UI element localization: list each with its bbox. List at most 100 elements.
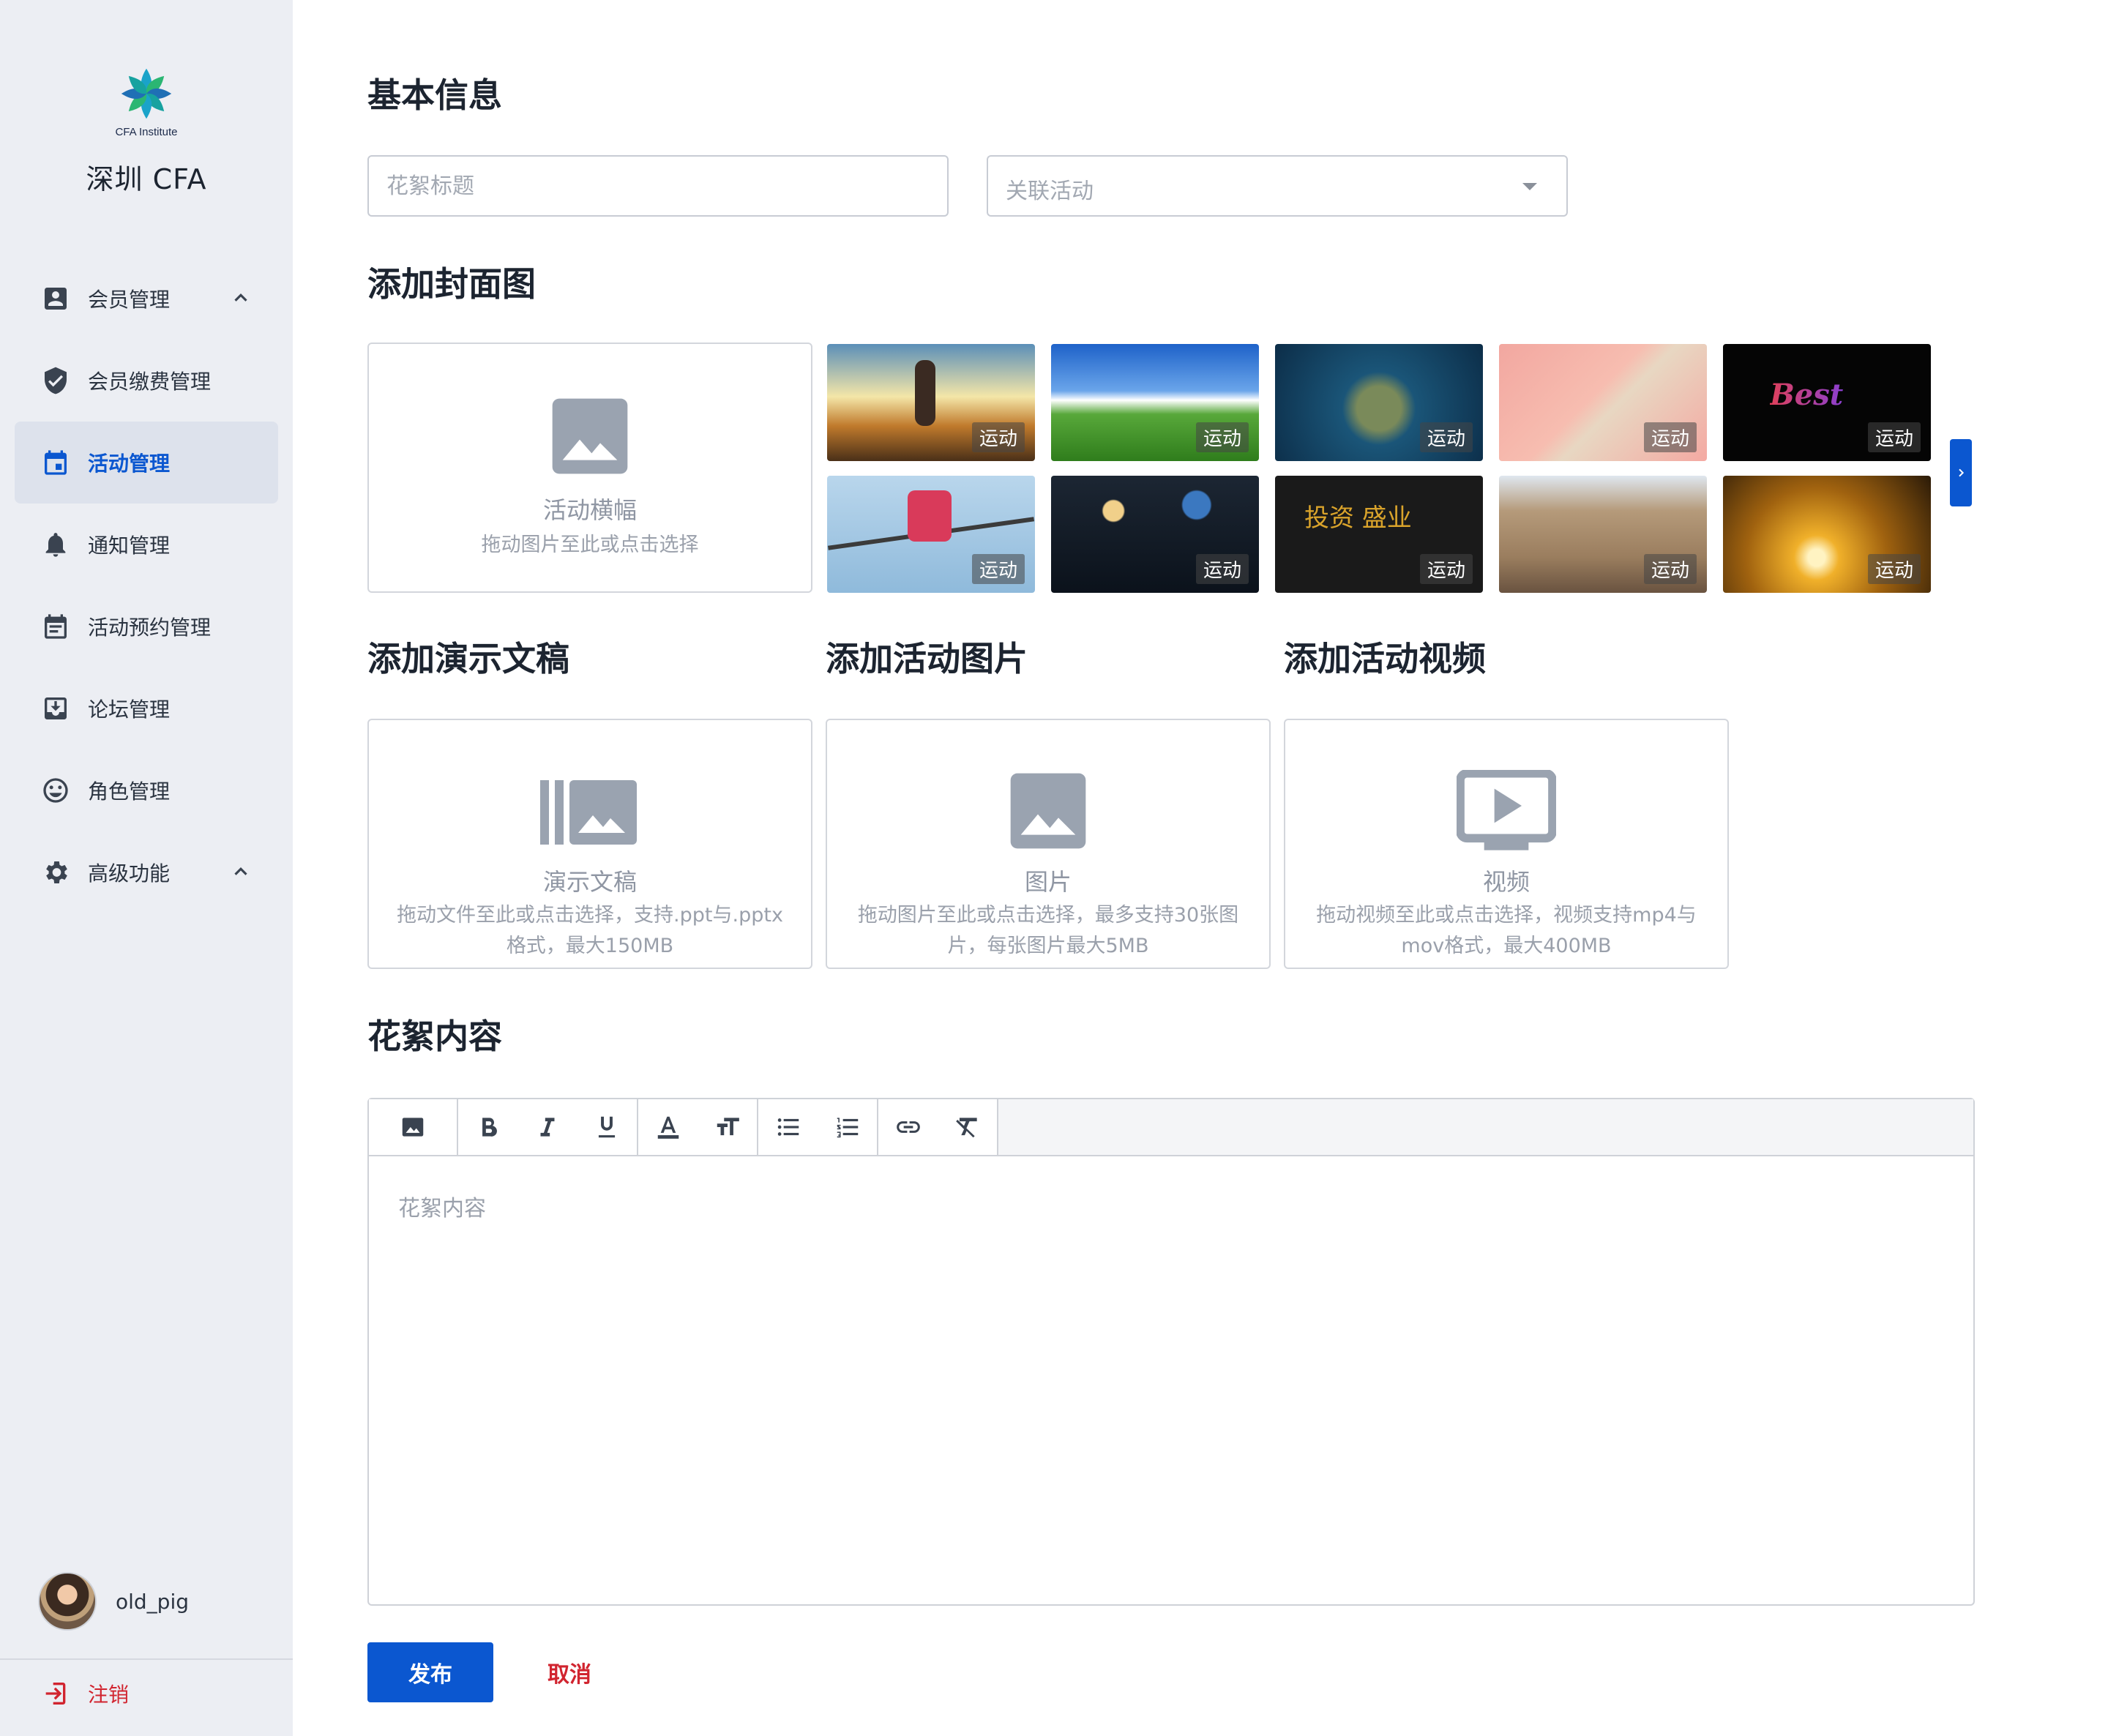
nav-role-management[interactable]: 角色管理 (15, 749, 278, 831)
cover-thumb-turtle[interactable]: 运动 (1275, 344, 1483, 461)
nav-label: 会员管理 (88, 288, 171, 312)
slides-upload-hint: 拖动文件至此或点击选择，支持.ppt与.pptx (397, 904, 783, 927)
bullet-list-icon (777, 1118, 799, 1136)
numbered-list-icon (837, 1118, 858, 1138)
underline-icon (599, 1116, 616, 1138)
bell-icon (41, 530, 70, 559)
image-icon (1010, 773, 1086, 849)
thumb-tag: 运动 (971, 554, 1025, 584)
cover-thumb-wall[interactable]: 运动 (1499, 476, 1707, 593)
account-box-icon (41, 284, 70, 313)
logo-text: CFA Institute (115, 126, 178, 138)
image-icon (402, 1118, 424, 1137)
inbox-download-icon (41, 694, 70, 723)
thumbs-next-button[interactable] (1950, 439, 1972, 506)
cover-thumb-calligraphy[interactable]: 投资 盛业 运动 (1275, 476, 1483, 593)
video-upload-hint-2: mov格式，最大400MB (1401, 935, 1612, 957)
cancel-button[interactable]: 取消 (547, 1642, 591, 1702)
nav-member-management[interactable]: 会员管理 (15, 258, 278, 340)
rich-text-editor: 花絮内容 (367, 1098, 1975, 1606)
clear-format-icon (955, 1118, 977, 1138)
nav-forum-management[interactable]: 论坛管理 (15, 667, 278, 749)
logo: CFA Institute (0, 66, 293, 138)
presentation-icon (540, 780, 637, 845)
images-heading: 添加活动图片 (826, 639, 1028, 678)
nav-label: 高级功能 (88, 861, 171, 886)
basic-info-heading: 基本信息 (367, 75, 502, 115)
sidebar-divider (0, 1658, 293, 1660)
gear-icon (41, 858, 70, 887)
nav-booking-management[interactable]: 活动预约管理 (15, 585, 278, 667)
cover-thumb-hills[interactable]: 运动 (1051, 344, 1259, 461)
banner-upload-zone[interactable]: 活动横幅 拖动图片至此或点击选择 (367, 343, 812, 593)
insert-image-button[interactable] (383, 1099, 443, 1155)
text-color-button[interactable] (638, 1099, 698, 1155)
images-upload-hint-2: 片，每张图片最大5MB (947, 935, 1149, 957)
publish-button[interactable]: 发布 (367, 1642, 493, 1702)
thumb-tag: 运动 (971, 422, 1025, 452)
slides-upload-hint-2: 格式，最大150MB (506, 935, 674, 957)
video-upload-hint: 拖动视频至此或点击选择，视频支持mp4与 (1316, 904, 1697, 927)
toolbar-group-text (638, 1099, 758, 1155)
avatar[interactable] (38, 1572, 97, 1631)
user-profile[interactable]: old_pig (38, 1572, 189, 1631)
cover-thumb-beach[interactable]: 运动 (1499, 344, 1707, 461)
content-heading: 花絮内容 (367, 1017, 502, 1056)
images-upload-zone[interactable]: 图片 拖动图片至此或点击选择，最多支持30张图 片，每张图片最大5MB (826, 719, 1271, 969)
logout-icon (45, 1683, 66, 1705)
nav-activity-management[interactable]: 活动管理 (15, 422, 278, 504)
thumb-logo-art: Best (1770, 378, 1844, 412)
cover-heading: 添加封面图 (367, 264, 536, 304)
cover-thumb-bokeh[interactable]: 运动 (1051, 476, 1259, 593)
underline-button[interactable] (578, 1099, 637, 1155)
toolbar-group-media (369, 1099, 458, 1155)
thumb-tag: 运动 (1419, 422, 1473, 452)
chevron-up-icon[interactable] (230, 861, 252, 883)
chevron-right-icon (1959, 468, 1965, 477)
numbered-list-button[interactable] (818, 1099, 877, 1155)
calendar-list-icon (41, 612, 70, 641)
slides-upload-title: 演示文稿 (542, 868, 637, 896)
logout-button[interactable]: 注销 (41, 1679, 129, 1708)
thumb-tag: 运动 (1195, 422, 1249, 452)
nav-advanced[interactable]: 高级功能 (15, 831, 278, 913)
logout-label: 注销 (88, 1683, 130, 1707)
username: old_pig (116, 1589, 190, 1614)
text-color-icon (657, 1116, 679, 1139)
cfa-logo-icon (121, 68, 172, 119)
thumb-tag: 运动 (1867, 422, 1921, 452)
smiley-icon (41, 776, 70, 805)
thumb-tag: 运动 (1419, 554, 1473, 584)
chevron-up-icon[interactable] (230, 287, 252, 309)
cover-thumb-sunset[interactable]: 运动 (1723, 476, 1931, 593)
bullet-list-button[interactable] (758, 1099, 818, 1155)
calendar-icon (41, 448, 70, 477)
bold-icon (482, 1118, 497, 1137)
slides-heading: 添加演示文稿 (367, 639, 569, 678)
bold-button[interactable] (458, 1099, 517, 1155)
italic-button[interactable] (517, 1099, 577, 1155)
font-size-icon (717, 1118, 739, 1136)
cover-thumb-runner[interactable]: 运动 (827, 344, 1035, 461)
slides-upload-zone[interactable]: 演示文稿 拖动文件至此或点击选择，支持.ppt与.pptx 格式，最大150MB (367, 719, 812, 969)
link-button[interactable] (878, 1099, 938, 1155)
title-input[interactable] (369, 157, 947, 215)
images-upload-title: 图片 (1024, 868, 1072, 896)
font-size-button[interactable] (698, 1099, 757, 1155)
cover-thumb-rowing[interactable]: 运动 (827, 476, 1035, 593)
shield-check-icon (41, 366, 70, 395)
toolbar-group-misc (878, 1099, 998, 1155)
activity-select-placeholder: 关联活动 (1006, 179, 1094, 204)
nav-label: 角色管理 (88, 779, 171, 804)
toolbar-group-format (458, 1099, 638, 1155)
clear-format-button[interactable] (938, 1099, 997, 1155)
video-upload-zone[interactable]: 视频 拖动视频至此或点击选择，视频支持mp4与 mov格式，最大400MB (1284, 719, 1729, 969)
activity-select[interactable]: 关联活动 (987, 155, 1568, 217)
nav-member-fee-management[interactable]: 会员缴费管理 (15, 340, 278, 422)
thumb-tag: 运动 (1195, 554, 1249, 584)
title-input-wrap (367, 155, 949, 217)
editor-content-area[interactable]: 花絮内容 (398, 1190, 486, 1222)
thumb-tag: 运动 (1643, 554, 1697, 584)
nav-notification-management[interactable]: 通知管理 (15, 504, 278, 585)
cover-thumb-best[interactable]: Best 运动 (1723, 344, 1931, 461)
